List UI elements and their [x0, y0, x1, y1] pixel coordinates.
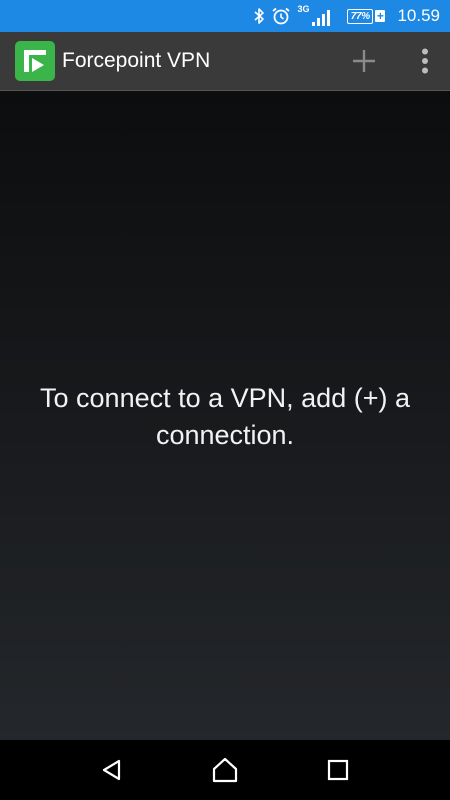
back-button[interactable]	[88, 746, 136, 794]
screen: 3G 77% + 10.59 Forcepoint VPN To connect…	[0, 0, 450, 800]
app-title: Forcepoint VPN	[62, 49, 211, 72]
signal-icon: 3G	[297, 4, 333, 27]
network-type-label: 3G	[297, 4, 310, 14]
battery-charging-indicator: +	[375, 9, 386, 23]
forcepoint-logo	[15, 41, 55, 81]
add-icon	[353, 50, 375, 72]
clock: 10.59	[397, 6, 440, 25]
home-button[interactable]	[201, 746, 249, 794]
main-content: To connect to a VPN, add (+) a connectio…	[0, 91, 450, 740]
empty-state-message: To connect to a VPN, add (+) a connectio…	[40, 383, 410, 450]
add-connection-button[interactable]	[340, 37, 388, 85]
overflow-menu-button[interactable]	[410, 37, 440, 85]
app-bar: Forcepoint VPN	[0, 32, 450, 91]
recents-button[interactable]	[314, 746, 362, 794]
overflow-menu-icon	[422, 48, 428, 74]
home-icon	[212, 757, 238, 783]
back-icon	[102, 759, 120, 781]
bluetooth-icon	[253, 7, 265, 25]
battery-icon: 77% +	[347, 7, 386, 25]
recents-icon	[328, 759, 349, 781]
battery-percent: 77%	[347, 8, 374, 24]
navigation-bar	[0, 740, 450, 800]
alarm-icon	[271, 6, 291, 26]
status-bar: 3G 77% + 10.59	[0, 0, 450, 32]
